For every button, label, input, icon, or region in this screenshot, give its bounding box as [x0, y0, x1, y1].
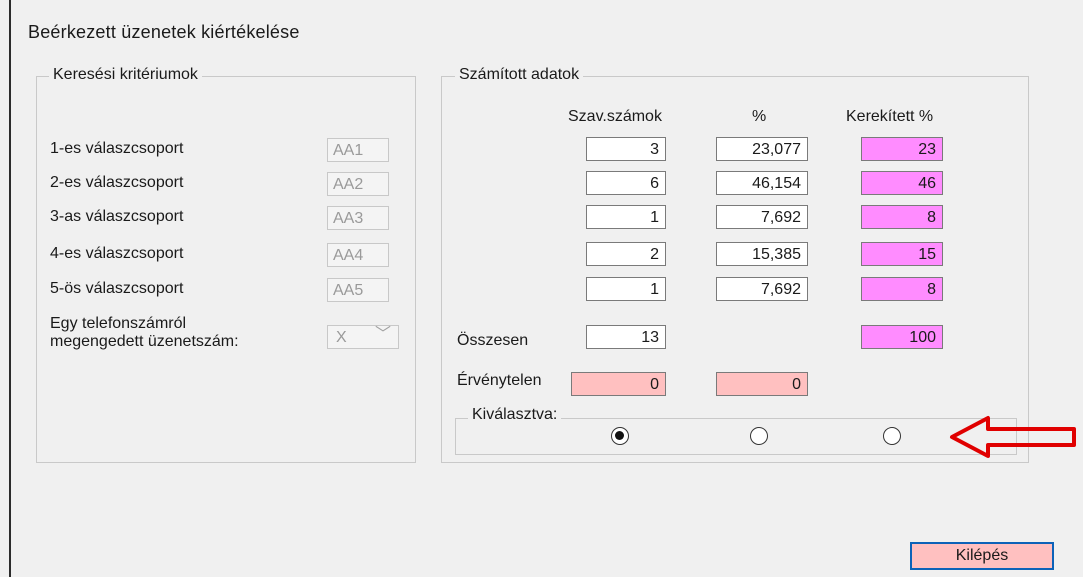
search-criteria-group	[36, 76, 416, 463]
computed-data-legend: Számított adatok	[455, 66, 584, 84]
exit-button[interactable]: Kilépés	[910, 542, 1054, 570]
invalid-label: Érvénytelen	[457, 372, 542, 389]
total-rounded-field[interactable]: 100	[861, 325, 943, 349]
rounded-field-5[interactable]: 8	[861, 277, 943, 301]
radio-option-1[interactable]	[611, 427, 629, 445]
rounded-field-4[interactable]: 15	[861, 242, 943, 266]
group-field-2[interactable]: AA2	[327, 172, 389, 196]
invalid-votes-field[interactable]: 0	[571, 372, 666, 396]
search-criteria-legend: Keresési kritériumok	[49, 66, 202, 84]
votes-field-2[interactable]: 6	[586, 171, 666, 195]
group-label-4: 4-es válaszcsoport	[50, 245, 184, 262]
percent-field-4[interactable]: 15,385	[716, 242, 808, 266]
chevron-down-icon[interactable]: ﹀	[375, 325, 391, 345]
message-limit-select[interactable]: X ﹀	[327, 325, 399, 349]
votes-field-4[interactable]: 2	[586, 242, 666, 266]
votes-field-1[interactable]: 3	[586, 137, 666, 161]
votes-field-5[interactable]: 1	[586, 277, 666, 301]
invalid-percent-field[interactable]: 0	[716, 372, 808, 396]
message-limit-value: X	[336, 329, 347, 346]
percent-field-5[interactable]: 7,692	[716, 277, 808, 301]
radio-selected-dot	[615, 431, 624, 440]
computed-data-group	[441, 76, 1029, 463]
group-field-3[interactable]: AA3	[327, 206, 389, 230]
left-arrow-icon	[950, 416, 1076, 458]
header-votes: Szav.számok	[568, 108, 662, 125]
rounded-field-1[interactable]: 23	[861, 137, 943, 161]
votes-field-3[interactable]: 1	[586, 205, 666, 229]
rounded-field-2[interactable]: 46	[861, 171, 943, 195]
total-label: Összesen	[457, 332, 529, 349]
message-limit-label-line1: Egy telefonszámról	[50, 315, 187, 332]
message-limit-label-line2: megengedett üzenetszám:	[50, 333, 239, 350]
window-left-edge	[9, 0, 11, 577]
percent-field-2[interactable]: 46,154	[716, 171, 808, 195]
header-percent: %	[752, 108, 767, 125]
group-label-5: 5-ös válaszcsoport	[50, 280, 184, 297]
radio-option-3[interactable]	[883, 427, 901, 445]
group-field-4[interactable]: AA4	[327, 243, 389, 267]
selection-legend: Kiválasztva:	[468, 406, 562, 424]
radio-option-2[interactable]	[750, 427, 768, 445]
group-field-5[interactable]: AA5	[327, 278, 389, 302]
total-votes-field[interactable]: 13	[586, 325, 666, 349]
percent-field-3[interactable]: 7,692	[716, 205, 808, 229]
rounded-field-3[interactable]: 8	[861, 205, 943, 229]
group-label-2: 2-es válaszcsoport	[50, 174, 184, 191]
group-field-1[interactable]: AA1	[327, 138, 389, 162]
window-title: Beérkezett üzenetek kiértékelése	[28, 22, 300, 42]
group-label-3: 3-as válaszcsoport	[50, 208, 184, 225]
header-rounded: Kerekített %	[846, 108, 934, 125]
group-label-1: 1-es válaszcsoport	[50, 140, 184, 157]
percent-field-1[interactable]: 23,077	[716, 137, 808, 161]
